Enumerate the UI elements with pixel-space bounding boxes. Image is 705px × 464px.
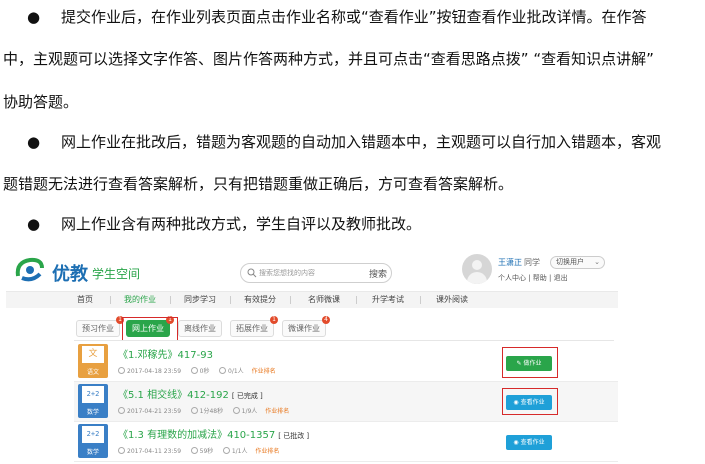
homework-tabs: 预习作业 1 网上作业 1 离线作业 拓展作业 1 微课作业 4 [6,316,618,340]
tab-label: 预习作业 [82,324,114,333]
user-name-text[interactable]: 王潇正 [498,258,522,267]
tab-label: 拓展作业 [236,324,268,333]
tab-offline[interactable]: 离线作业 [178,320,222,337]
bullet-3: ● [27,215,41,233]
chevron-down-icon: ⌄ [594,258,600,266]
avatar[interactable] [462,254,492,284]
tab-micro[interactable]: 微课作业 4 [282,316,330,337]
view-homework-button[interactable]: ◉ 查看作业 [506,435,552,450]
rank-link[interactable]: 作业排名 [255,448,279,455]
homework-title[interactable]: 《1.3 有理数的加减法》410-1357[ 已批改 ] [118,426,309,441]
badge: 4 [322,316,330,324]
user-suffix: 同学 [524,258,540,267]
tab-extended[interactable]: 拓展作业 1 [230,316,278,337]
nav-item-reading[interactable]: 课外阅读 [424,292,480,308]
rank-link[interactable]: 作业排名 [252,368,276,375]
search-input[interactable]: 搜索您想找的内容 [259,268,315,278]
para-1-line-2: 中，主观题可以选择文字作答、图片作答两种方式，并且可点击“查看思路点拨” “查看… [3,50,654,68]
logo-icon [15,257,44,282]
para-1-line-3: 协助答题。 [3,93,79,111]
subject-thumbnail: 文 语文 [78,344,108,378]
main-nav: 首页 我的作业 同步学习 有效提分 名师微课 升学考试 课外阅读 [6,292,618,308]
homework-title[interactable]: 《5.1 相交线》412-192[ 已完成 ] [118,386,263,401]
para-2-line-1: 网上作业在批改后，错题为客观题的自动加入错题本中，主观题可以自行加入错题本，客观 [61,133,662,151]
subject-thumbnail: 2+2 数学 [78,424,108,458]
nav-item-exams[interactable]: 升学考试 [360,292,416,308]
subject-label: 数学 [86,449,99,456]
nav-item-my-homework[interactable]: 我的作业 [114,292,166,308]
subject-thumbnail: 2+2 数学 [78,384,108,418]
user-links[interactable]: 个人中心 | 帮助 | 退出 [498,273,568,283]
subject-label: 语文 [86,369,99,376]
embedded-screenshot: 优教 学生空间 搜索您想找的内容 搜索 王潇正 同学 切换用户 ⌄ 个人中心 | … [6,248,618,464]
timer-icon [190,447,198,454]
clock-icon [118,447,125,454]
tab-label: 离线作业 [184,324,216,333]
highlight-view-button [502,388,558,415]
list-item[interactable]: 2+2 数学 《1.3 有理数的加减法》410-1357[ 已批改 ] 2017… [74,422,618,462]
search-button[interactable]: 搜索 [369,267,387,280]
highlight-online-tab [122,317,178,341]
homework-title[interactable]: 《1.邓稼先》417-93 [118,346,216,361]
homework-meta: 2017-04-11 23:59 59秒 1/1人 作业排名 [118,446,279,455]
para-3-line-1: 网上作业含有两种批改方式，学生自评以及教师批改。 [61,215,422,233]
bullet-2: ● [27,133,41,151]
people-icon [219,367,226,374]
homework-meta: 2017-04-18 23:59 0秒 0/1人 作业排名 [118,366,276,375]
bullet-1: ● [27,8,41,26]
highlight-do-button [502,347,558,378]
search-box[interactable]: 搜索您想找的内容 搜索 [240,263,392,283]
rank-link[interactable]: 作业排名 [265,408,289,415]
subject-label: 数学 [86,409,99,416]
switch-user-label: 切换用户 [556,258,584,266]
subject-glyph: 2+2 [82,386,104,403]
clock-icon [118,407,125,414]
badge: 1 [270,316,278,324]
subject-glyph: 文 [82,346,104,363]
homework-meta: 2017-04-21 23:59 1分48秒 1/9人 作业排名 [118,406,289,415]
para-2-line-2: 题错题无法进行查看答案解析，只有把错题重做正确后，方可查看答案解析。 [3,175,514,193]
nav-item-micro-lessons[interactable]: 名师微课 [296,292,352,308]
search-icon [247,268,257,278]
people-icon [222,447,230,454]
brand-subtitle: 学生空间 [92,267,141,281]
tab-label: 微课作业 [288,324,320,333]
tab-preview[interactable]: 预习作业 1 [76,316,124,337]
people-icon [232,407,240,414]
nav-item-score-boost[interactable]: 有效提分 [234,292,286,308]
subject-glyph: 2+2 [82,426,104,443]
brand-name: 优教 [52,264,88,285]
top-bar: 优教 学生空间 搜索您想找的内容 搜索 王潇正 同学 切换用户 ⌄ 个人中心 | … [6,248,618,292]
nav-item-home[interactable]: 首页 [62,292,108,308]
switch-user-button[interactable]: 切换用户 ⌄ [550,256,605,269]
user-name[interactable]: 王潇正 同学 [498,257,540,268]
timer-icon [190,367,198,374]
eye-icon: ◉ [513,439,519,446]
clock-icon [118,367,125,374]
timer-icon [190,407,198,414]
nav-item-sync-study[interactable]: 同步学习 [174,292,226,308]
para-1-line-1: 提交作业后，在作业列表页面点击作业名称或“查看作业”按钮查看作业批改详情。在作答 [61,8,647,26]
